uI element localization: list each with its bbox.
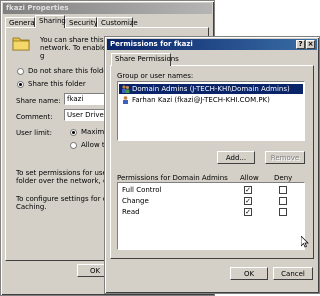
group-icon: [122, 85, 130, 93]
user-list[interactable]: Domain Admins (J-TECH-KHI\Domain Admins)…: [117, 81, 305, 141]
user-limit-label: User limit:: [16, 129, 52, 137]
tab-share-permissions[interactable]: Share Permissions: [111, 53, 179, 66]
tab-sharing[interactable]: Sharing: [35, 15, 66, 28]
permissions-cancel-button[interactable]: Cancel: [273, 267, 313, 280]
mouse-pointer-icon: [301, 236, 309, 248]
deny-header: Deny: [274, 174, 293, 182]
share-folder-radio[interactable]: [17, 81, 24, 88]
comment-label: Comment:: [16, 113, 53, 121]
perm-change-label: Change: [122, 197, 149, 205]
change-allow-checkbox[interactable]: ✓: [244, 197, 252, 205]
change-deny-checkbox[interactable]: [279, 197, 287, 205]
permissions-title: Permissions for fkazi: [110, 40, 193, 48]
permissions-window: Permissions for fkazi ? × Share Permissi…: [104, 36, 320, 294]
remove-button[interactable]: Remove: [265, 151, 305, 164]
max-allowed-radio[interactable]: [70, 129, 77, 136]
allow-header: Allow: [240, 174, 259, 182]
perm-read-label: Read: [122, 208, 140, 216]
user-row-farhan-kazi[interactable]: Farhan Kazi (fkazi@J-TECH-KHI.COM.PK): [119, 95, 303, 105]
share-folder-label: Share this folder: [28, 80, 86, 88]
share-name-label: Share name:: [16, 97, 61, 105]
properties-title: fkazi Properties: [6, 4, 69, 12]
permissions-ok-button[interactable]: OK: [230, 267, 268, 280]
sharing-intro-line-3: g: [40, 52, 45, 60]
user-icon: [123, 96, 128, 104]
help-title-button[interactable]: ?: [296, 40, 305, 49]
allow-users-radio[interactable]: [70, 142, 77, 149]
group-names-label: Group or user names:: [117, 72, 194, 80]
properties-titlebar: fkazi Properties: [3, 3, 212, 14]
close-title-button[interactable]: ×: [306, 40, 315, 49]
user-name: Domain Admins (J-TECH-KHI\Domain Admins): [132, 85, 290, 93]
add-button[interactable]: Add...: [217, 151, 255, 164]
full-control-deny-checkbox[interactable]: [279, 186, 287, 194]
user-name: Farhan Kazi (fkazi@J-TECH-KHI.COM.PK): [132, 96, 270, 104]
share-permissions-panel: Group or user names: Domain Admins (J-TE…: [110, 65, 314, 259]
read-allow-checkbox[interactable]: ✓: [244, 208, 252, 216]
permissions-for-label: Permissions for Domain Admins: [117, 174, 228, 182]
offline-help-line-2: Caching.: [16, 203, 47, 211]
full-control-allow-checkbox[interactable]: ✓: [244, 186, 252, 194]
do-not-share-radio[interactable]: [17, 68, 24, 75]
do-not-share-label: Do not share this folder: [28, 67, 111, 75]
user-row-domain-admins[interactable]: Domain Admins (J-TECH-KHI\Domain Admins): [119, 84, 303, 94]
perm-full-control-label: Full Control: [122, 186, 162, 194]
read-deny-checkbox[interactable]: [279, 208, 287, 216]
permissions-list: Full Control ✓ Change ✓ Read ✓: [117, 182, 305, 250]
shared-folder-icon: [12, 35, 30, 51]
permissions-titlebar: Permissions for fkazi ? ×: [107, 39, 317, 50]
